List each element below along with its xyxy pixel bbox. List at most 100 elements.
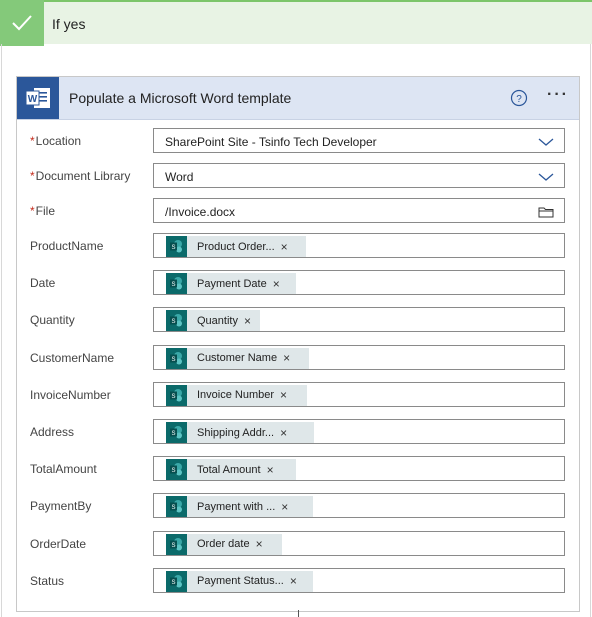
remove-token-icon[interactable]: ×	[256, 537, 268, 551]
token-label: Total Amount	[197, 463, 261, 476]
sharepoint-icon: S	[166, 533, 187, 555]
remove-token-icon[interactable]: ×	[290, 574, 302, 588]
token-field-row: Address S Shipping Addr... ×	[17, 417, 579, 447]
dynamic-content-token[interactable]: S Total Amount ×	[166, 459, 296, 481]
field-label: InvoiceNumber	[30, 387, 111, 402]
sharepoint-icon: S	[166, 273, 187, 295]
field-label: Status	[30, 573, 65, 588]
token-field-row: CustomerName S Customer Name ×	[17, 343, 579, 373]
help-icon[interactable]: ?	[510, 89, 528, 107]
dynamic-content-input[interactable]: S Payment Status... ×	[153, 567, 565, 593]
action-header[interactable]: W Populate a Microsoft Word template ? ·…	[17, 77, 579, 120]
word-template-action-card: W Populate a Microsoft Word template ? ·…	[16, 76, 580, 612]
chevron-down-icon[interactable]	[538, 135, 554, 147]
file-row: *File /Invoice.docx	[17, 196, 579, 226]
branch-label: If yes	[52, 16, 86, 32]
sharepoint-icon: S	[166, 236, 187, 257]
svg-text:W: W	[28, 94, 38, 105]
svg-text:S: S	[171, 319, 175, 325]
remove-token-icon[interactable]: ×	[281, 240, 293, 254]
if-yes-branch-header[interactable]: If yes	[0, 0, 592, 46]
svg-text:S: S	[171, 468, 175, 474]
field-label: CustomerName	[30, 350, 115, 365]
sharepoint-icon: S	[166, 347, 187, 369]
token-field-row: InvoiceNumber S Invoice Number ×	[17, 380, 579, 410]
remove-token-icon[interactable]: ×	[267, 463, 279, 477]
dynamic-content-token[interactable]: S Product Order... ×	[166, 236, 306, 257]
document-library-label: *Document Library	[30, 169, 131, 183]
token-field-row: TotalAmount S Total Amount ×	[17, 454, 579, 484]
dynamic-content-token[interactable]: S Payment with ... ×	[166, 496, 313, 518]
location-row: *Location SharePoint Site - Tsinfo Tech …	[17, 126, 579, 156]
dynamic-content-input[interactable]: S Product Order... ×	[153, 233, 565, 258]
svg-text:S: S	[171, 357, 175, 363]
remove-token-icon[interactable]: ×	[280, 426, 292, 440]
dynamic-content-input[interactable]: S Total Amount ×	[153, 456, 565, 482]
token-label: Invoice Number	[197, 389, 275, 402]
document-library-dropdown[interactable]: Word	[153, 163, 565, 188]
dynamic-content-token[interactable]: S Payment Date ×	[166, 273, 296, 295]
remove-token-icon[interactable]: ×	[273, 277, 285, 291]
token-label: Quantity	[197, 314, 238, 327]
token-field-row: ProductName S Product Order... ×	[17, 231, 579, 261]
token-label: Payment Date	[197, 277, 267, 290]
word-icon: W	[17, 77, 59, 119]
flow-connector	[298, 610, 299, 617]
field-label: OrderDate	[30, 536, 87, 551]
sharepoint-icon: S	[166, 422, 187, 443]
svg-text:S: S	[171, 505, 175, 511]
token-label: Order date	[197, 538, 250, 551]
dynamic-content-token[interactable]: S Order date ×	[166, 533, 282, 555]
dynamic-content-input[interactable]: S Invoice Number ×	[153, 381, 565, 407]
field-label: TotalAmount	[30, 462, 97, 477]
field-label: Address	[30, 425, 75, 439]
dynamic-content-input[interactable]: S Quantity ×	[153, 307, 565, 333]
sharepoint-icon: S	[166, 459, 187, 481]
dynamic-content-token[interactable]: S Quantity ×	[166, 310, 260, 332]
more-options-icon[interactable]: ···	[547, 86, 569, 104]
token-label: Payment with ...	[197, 500, 276, 513]
svg-text:S: S	[171, 431, 175, 437]
token-field-row: Date S Payment Date ×	[17, 268, 579, 298]
dynamic-content-token[interactable]: S Customer Name ×	[166, 347, 309, 369]
token-label: Customer Name	[197, 352, 278, 365]
dynamic-content-token[interactable]: S Payment Status... ×	[166, 570, 313, 592]
file-input[interactable]: /Invoice.docx	[153, 198, 565, 223]
token-label: Payment Status...	[197, 575, 284, 588]
document-library-value: Word	[165, 170, 194, 184]
dynamic-content-token[interactable]: S Invoice Number ×	[166, 384, 307, 406]
remove-token-icon[interactable]: ×	[281, 500, 293, 514]
sharepoint-icon: S	[166, 496, 187, 518]
remove-token-icon[interactable]: ×	[283, 351, 295, 365]
dynamic-content-input[interactable]: S Order date ×	[153, 530, 565, 556]
chevron-down-icon[interactable]	[538, 170, 554, 182]
checkmark-icon	[0, 0, 44, 46]
svg-text:S: S	[171, 580, 175, 586]
svg-text:S: S	[171, 543, 175, 549]
file-value: /Invoice.docx	[165, 205, 236, 219]
dynamic-content-input[interactable]: S Payment with ... ×	[153, 493, 565, 519]
action-title: Populate a Microsoft Word template	[69, 90, 292, 106]
svg-text:?: ?	[516, 94, 522, 105]
token-field-row: PaymentBy S Payment with ... ×	[17, 491, 579, 521]
document-library-row: *Document Library Word	[17, 161, 579, 191]
token-field-row: OrderDate S Order date ×	[17, 529, 579, 559]
token-field-row: Quantity S Quantity ×	[17, 305, 579, 335]
token-field-row: Status S Payment Status... ×	[17, 566, 579, 596]
dynamic-content-input[interactable]: S Customer Name ×	[153, 344, 565, 370]
svg-text:S: S	[171, 245, 175, 251]
location-label: *Location	[30, 134, 82, 148]
dynamic-content-input[interactable]: S Payment Date ×	[153, 270, 565, 296]
remove-token-icon[interactable]: ×	[280, 388, 292, 402]
field-label: Quantity	[30, 313, 75, 328]
location-dropdown[interactable]: SharePoint Site - Tsinfo Tech Developer	[153, 128, 565, 153]
remove-token-icon[interactable]: ×	[244, 314, 256, 328]
field-label: ProductName	[30, 239, 104, 253]
dynamic-content-input[interactable]: S Shipping Addr... ×	[153, 419, 565, 444]
sharepoint-icon: S	[166, 384, 187, 406]
sharepoint-icon: S	[166, 570, 187, 592]
location-value: SharePoint Site - Tsinfo Tech Developer	[165, 135, 377, 149]
token-label: Product Order...	[197, 240, 275, 253]
folder-icon[interactable]	[538, 205, 554, 218]
dynamic-content-token[interactable]: S Shipping Addr... ×	[166, 422, 314, 443]
